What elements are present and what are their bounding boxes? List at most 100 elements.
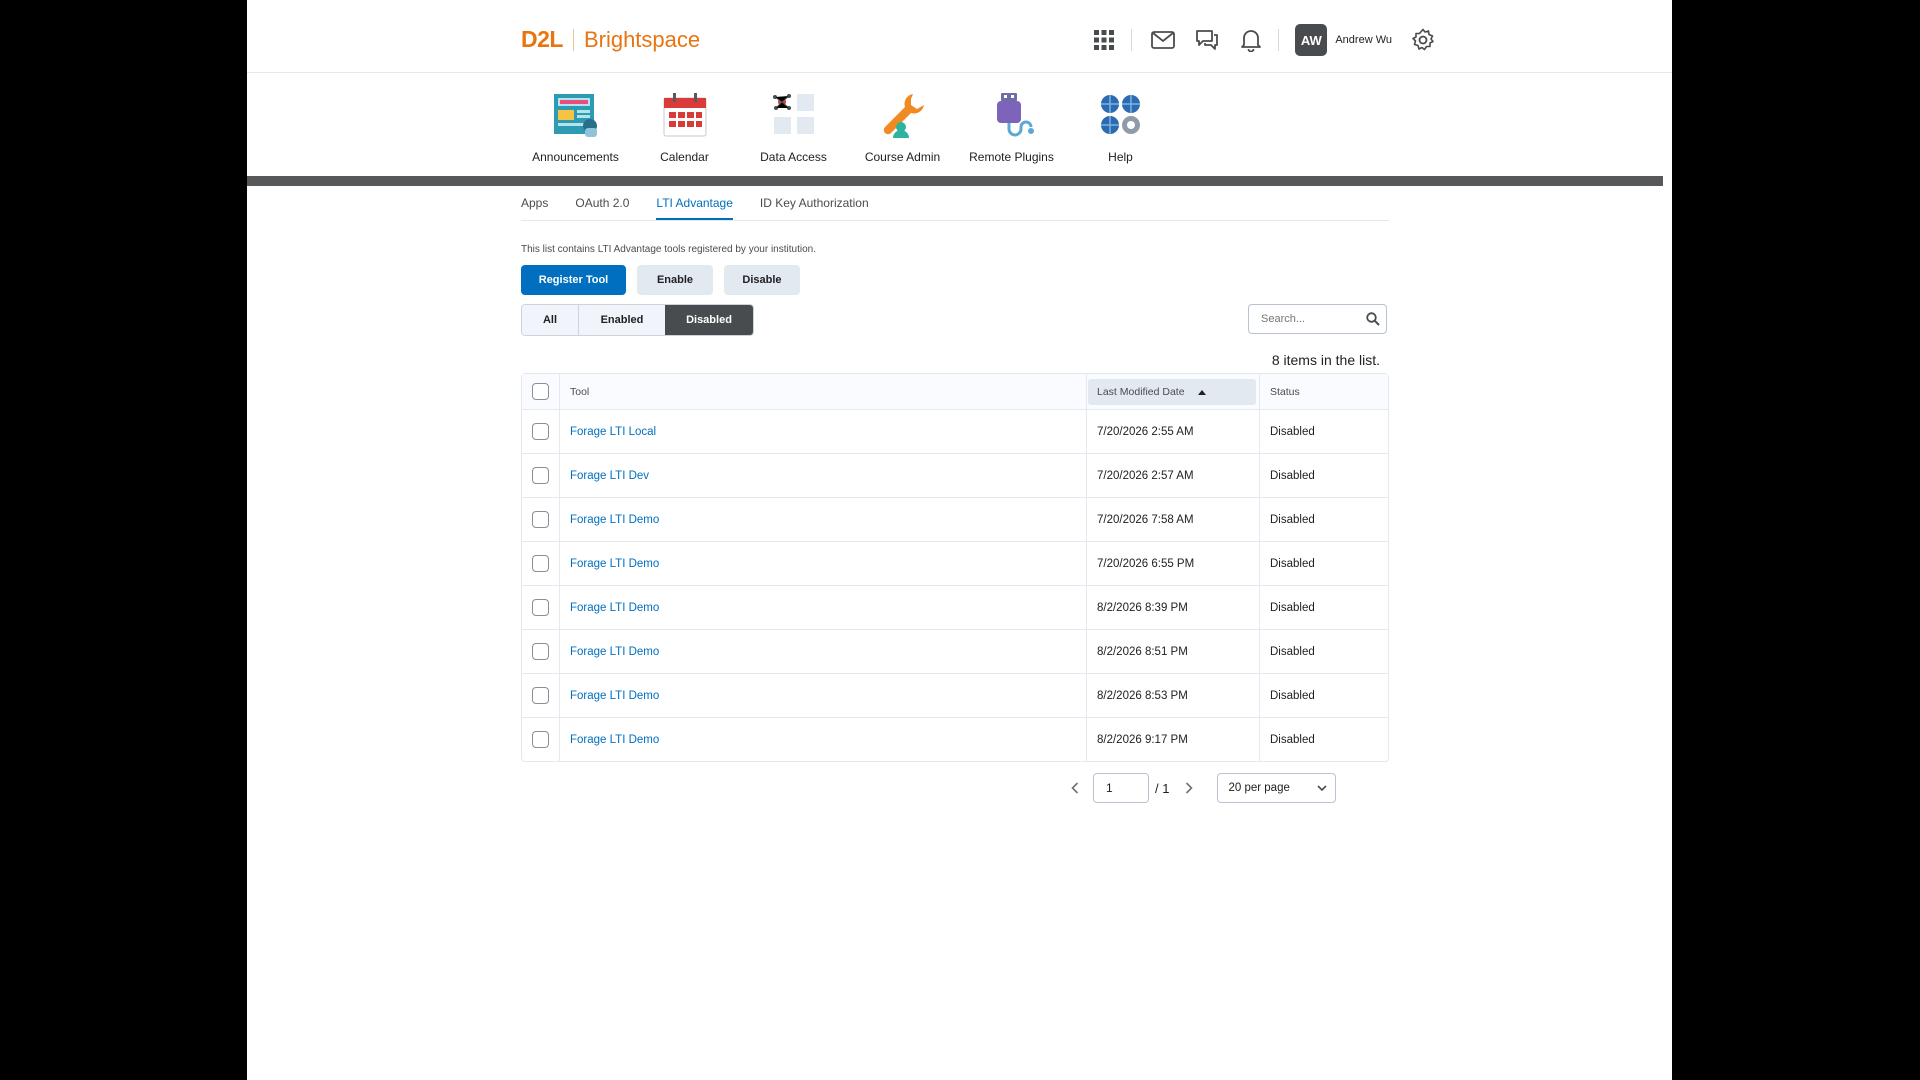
status-cell: Disabled bbox=[1270, 689, 1315, 702]
tool-cell: Forage LTI Demo bbox=[560, 586, 1087, 629]
tool-link[interactable]: Forage LTI Local bbox=[570, 426, 656, 438]
row-checkbox[interactable] bbox=[532, 687, 549, 704]
tool-link[interactable]: Forage LTI Demo bbox=[570, 602, 659, 614]
app-grid-icon[interactable] bbox=[1091, 27, 1117, 53]
row-checkbox[interactable] bbox=[532, 467, 549, 484]
table-row: Forage LTI Dev 7/20/2026 2:57 AM Disable… bbox=[522, 453, 1388, 497]
date-cell: 8/2/2026 8:51 PM bbox=[1087, 630, 1260, 673]
tool-link[interactable]: Forage LTI Demo bbox=[570, 514, 659, 526]
nav-data-access[interactable]: Data Access bbox=[739, 90, 848, 164]
select-all-checkbox[interactable] bbox=[532, 383, 549, 400]
brightspace-logo[interactable]: D2L Brightspace bbox=[521, 26, 700, 53]
tool-cell: Forage LTI Demo bbox=[560, 674, 1087, 717]
date-cell: 7/20/2026 2:57 AM bbox=[1087, 454, 1260, 497]
nav-course-admin[interactable]: Course Admin bbox=[848, 90, 957, 164]
tool-link[interactable]: Forage LTI Demo bbox=[570, 734, 659, 746]
per-page-select[interactable]: 20 per page bbox=[1217, 773, 1337, 803]
calendar-icon bbox=[660, 90, 710, 140]
search-box bbox=[1248, 304, 1387, 334]
tab-list: Apps OAuth 2.0 LTI Advantage ID Key Auth… bbox=[521, 196, 1389, 221]
tool-link[interactable]: Forage LTI Demo bbox=[570, 558, 659, 570]
item-count: 8 items in the list. bbox=[1271, 352, 1380, 368]
nav-label: Announcements bbox=[532, 150, 619, 164]
table-row: Forage LTI Demo 8/2/2026 8:53 PM Disable… bbox=[522, 673, 1388, 717]
pagination: 1 / 1 20 per page bbox=[1067, 773, 1337, 803]
row-checkbox[interactable] bbox=[532, 423, 549, 440]
nav-label: Course Admin bbox=[864, 150, 941, 164]
tool-link[interactable]: Forage LTI Demo bbox=[570, 646, 659, 658]
filter-disabled[interactable]: Disabled bbox=[665, 305, 753, 335]
data-access-icon bbox=[769, 90, 819, 140]
tab-id-key-authorization[interactable]: ID Key Authorization bbox=[760, 196, 869, 220]
tool-link[interactable]: Forage LTI Demo bbox=[570, 690, 659, 702]
column-header-status[interactable]: Status bbox=[1260, 374, 1388, 409]
disable-button[interactable]: Disable bbox=[724, 265, 800, 295]
row-select-cell bbox=[522, 718, 560, 761]
row-checkbox[interactable] bbox=[532, 599, 549, 616]
chat-icon[interactable] bbox=[1194, 27, 1220, 53]
search-input[interactable] bbox=[1259, 312, 1363, 326]
row-select-cell bbox=[522, 498, 560, 541]
page-number-input[interactable]: 1 bbox=[1093, 773, 1149, 803]
nav-announcements[interactable]: Announcements bbox=[521, 90, 630, 164]
register-tool-button[interactable]: Register Tool bbox=[521, 265, 626, 295]
row-checkbox[interactable] bbox=[532, 555, 549, 572]
app-window: D2L Brightspace AW Andrew Wu Announcemen… bbox=[247, 0, 1672, 1080]
mail-icon[interactable] bbox=[1150, 27, 1176, 53]
tool-cell: Forage LTI Demo bbox=[560, 718, 1087, 761]
chevron-down-icon bbox=[1317, 784, 1328, 791]
chevron-left-icon[interactable] bbox=[1067, 780, 1083, 796]
tab-lti-advantage[interactable]: LTI Advantage bbox=[656, 196, 733, 220]
avatar[interactable]: AW bbox=[1295, 24, 1328, 56]
tab-oauth[interactable]: OAuth 2.0 bbox=[575, 196, 629, 220]
filter-enabled[interactable]: Enabled bbox=[578, 305, 665, 335]
section-divider-bar bbox=[247, 176, 1663, 186]
row-select-cell bbox=[522, 586, 560, 629]
tool-cell: Forage LTI Dev bbox=[560, 454, 1087, 497]
table-row: Forage LTI Demo 7/20/2026 7:58 AM Disabl… bbox=[522, 497, 1388, 541]
filter-all[interactable]: All bbox=[522, 305, 578, 335]
date-cell: 8/2/2026 8:53 PM bbox=[1087, 674, 1260, 717]
date-cell: 7/20/2026 7:58 AM bbox=[1087, 498, 1260, 541]
tools-table: Tool Last Modified Date Status Forage LT… bbox=[521, 373, 1389, 762]
column-header-tool[interactable]: Tool bbox=[560, 374, 1087, 409]
gear-icon[interactable] bbox=[1410, 27, 1436, 53]
logo-brand: D2L bbox=[521, 26, 563, 52]
column-header-date-cell: Last Modified Date bbox=[1087, 374, 1260, 409]
header-divider bbox=[1278, 29, 1280, 51]
nav-remote-plugins[interactable]: Remote Plugins bbox=[957, 90, 1066, 164]
table-row: Forage LTI Demo 8/2/2026 8:51 PM Disable… bbox=[522, 629, 1388, 673]
logo-divider bbox=[572, 28, 574, 51]
select-all-cell bbox=[522, 374, 560, 409]
date-cell: 7/20/2026 2:55 AM bbox=[1087, 410, 1260, 453]
date-cell: 7/20/2026 6:55 PM bbox=[1087, 542, 1260, 585]
row-checkbox[interactable] bbox=[532, 511, 549, 528]
row-select-cell bbox=[522, 674, 560, 717]
date-cell: 8/2/2026 9:17 PM bbox=[1087, 718, 1260, 761]
header-divider bbox=[1131, 29, 1133, 51]
tool-cell: Forage LTI Demo bbox=[560, 498, 1087, 541]
column-header-last-modified[interactable]: Last Modified Date bbox=[1088, 378, 1256, 405]
status-cell: Disabled bbox=[1270, 733, 1315, 746]
logo-product: Brightspace bbox=[583, 26, 701, 52]
nav-label: Remote Plugins bbox=[969, 150, 1054, 164]
tool-link[interactable]: Forage LTI Dev bbox=[570, 470, 649, 482]
page-total: / 1 bbox=[1155, 780, 1170, 796]
bell-icon[interactable] bbox=[1238, 27, 1264, 53]
row-checkbox[interactable] bbox=[532, 731, 549, 748]
status-cell: Disabled bbox=[1270, 425, 1315, 438]
column-header-date-label: Last Modified Date bbox=[1097, 385, 1185, 398]
search-icon[interactable] bbox=[1366, 312, 1380, 331]
row-checkbox[interactable] bbox=[532, 643, 549, 660]
nav-help[interactable]: Help bbox=[1066, 90, 1175, 164]
status-cell: Disabled bbox=[1270, 645, 1315, 658]
nav-calendar[interactable]: Calendar bbox=[630, 90, 739, 164]
tool-cell: Forage LTI Local bbox=[560, 410, 1087, 453]
announcements-icon bbox=[551, 90, 601, 140]
user-name[interactable]: Andrew Wu bbox=[1335, 34, 1392, 46]
enable-button[interactable]: Enable bbox=[637, 265, 713, 295]
tab-apps[interactable]: Apps bbox=[521, 196, 548, 220]
chevron-right-icon[interactable] bbox=[1181, 780, 1197, 796]
status-cell: Disabled bbox=[1270, 557, 1315, 570]
row-select-cell bbox=[522, 454, 560, 497]
